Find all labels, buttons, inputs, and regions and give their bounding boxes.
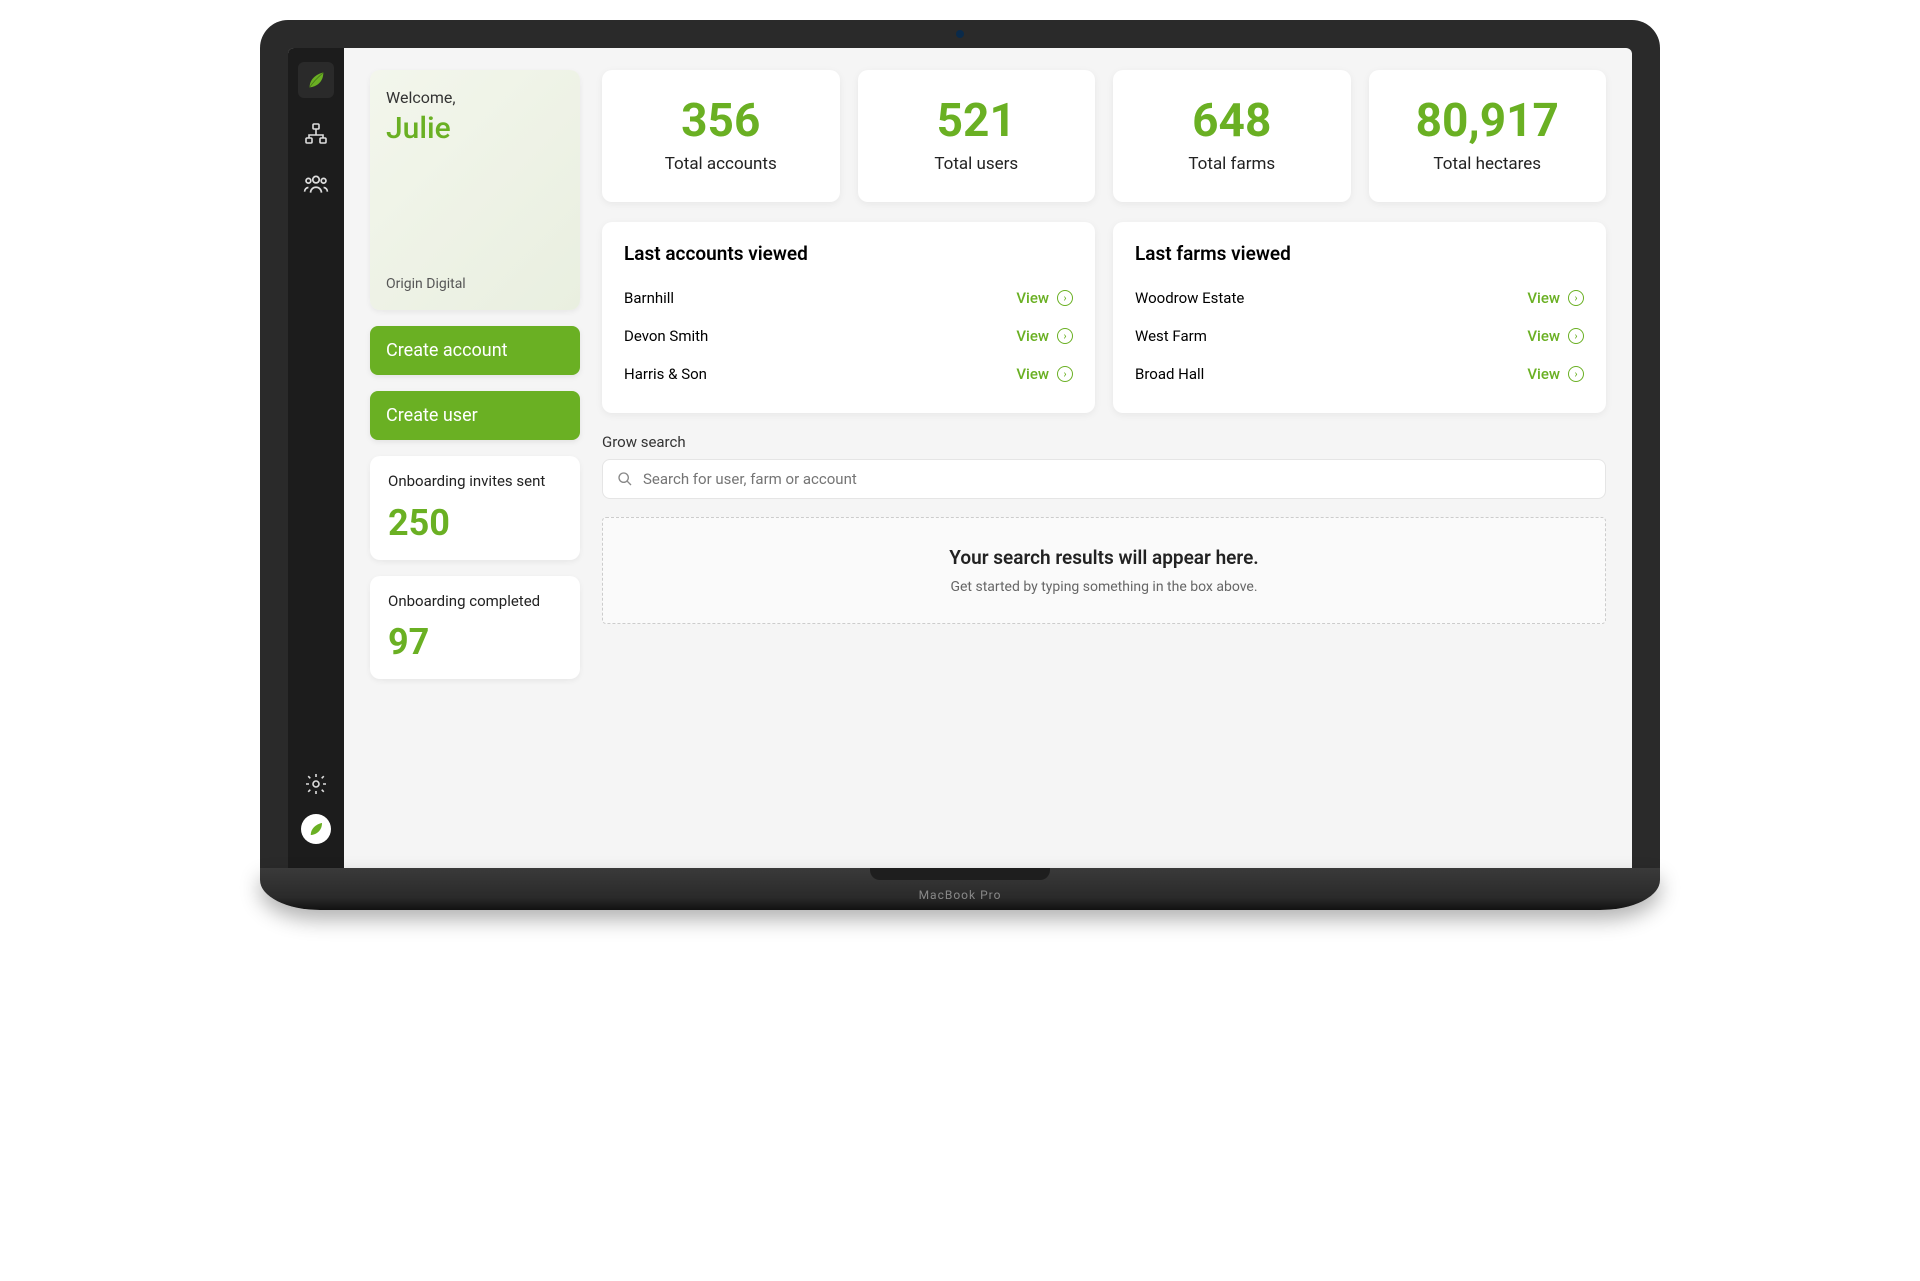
stat-value: 356 <box>612 94 830 148</box>
list-item: Broad Hall View › <box>1135 355 1584 393</box>
results-subtitle: Get started by typing something in the b… <box>631 579 1577 595</box>
total-farms-card: 648 Total farms <box>1113 70 1351 202</box>
create-account-button[interactable]: Create account <box>370 326 580 375</box>
arrow-right-icon: › <box>1568 328 1584 344</box>
stat-row: 356 Total accounts 521 Total users 648 T… <box>602 70 1606 202</box>
welcome-greeting: Welcome, <box>386 88 564 107</box>
onboarding-completed-card: Onboarding completed 97 <box>370 576 580 680</box>
view-link[interactable]: View › <box>1016 327 1073 345</box>
search-input[interactable] <box>643 470 1591 488</box>
stat-value: 97 <box>388 621 562 663</box>
stat-label: Total accounts <box>612 154 830 174</box>
list-item-label: Barnhill <box>624 289 674 307</box>
view-link[interactable]: View › <box>1527 327 1584 345</box>
view-link[interactable]: View › <box>1527 365 1584 383</box>
search-label: Grow search <box>602 433 1606 451</box>
org-chart-icon <box>304 122 328 146</box>
stat-value: 80,917 <box>1379 94 1597 148</box>
recent-lists: Last accounts viewed Barnhill View › Dev… <box>602 222 1606 413</box>
list-item-label: Broad Hall <box>1135 365 1204 383</box>
device-label: MacBook Pro <box>919 888 1002 902</box>
view-link[interactable]: View › <box>1016 289 1073 307</box>
card-title: Last farms viewed <box>1135 242 1584 265</box>
stat-value: 250 <box>388 502 562 544</box>
list-item: West Farm View › <box>1135 317 1584 355</box>
laptop-frame: Welcome, Julie Origin Digital Create acc… <box>260 20 1660 910</box>
list-item-label: Harris & Son <box>624 365 707 383</box>
search-icon <box>617 471 633 487</box>
stat-value: 521 <box>868 94 1086 148</box>
stat-label: Onboarding completed <box>388 592 562 612</box>
stat-label: Total hectares <box>1379 154 1597 174</box>
list-item-label: Woodrow Estate <box>1135 289 1244 307</box>
welcome-name: Julie <box>386 111 564 146</box>
total-users-card: 521 Total users <box>858 70 1096 202</box>
users-icon <box>303 171 329 197</box>
welcome-card: Welcome, Julie Origin Digital <box>370 70 580 310</box>
sidebar-item-settings[interactable] <box>302 770 330 798</box>
search-section: Grow search Your search results will app… <box>602 433 1606 624</box>
last-farms-card: Last farms viewed Woodrow Estate View › … <box>1113 222 1606 413</box>
stat-label: Onboarding invites sent <box>388 472 562 492</box>
view-link[interactable]: View › <box>1527 289 1584 307</box>
list-item-label: Devon Smith <box>624 327 708 345</box>
gear-icon <box>304 772 328 796</box>
org-name: Origin Digital <box>386 276 564 292</box>
arrow-right-icon: › <box>1568 366 1584 382</box>
list-item: Woodrow Estate View › <box>1135 279 1584 317</box>
camera-dot <box>956 30 964 38</box>
right-column: 356 Total accounts 521 Total users 648 T… <box>602 70 1606 846</box>
arrow-right-icon: › <box>1568 290 1584 306</box>
view-label: View <box>1016 327 1049 345</box>
list-item: Devon Smith View › <box>624 317 1073 355</box>
app-logo[interactable] <box>298 62 334 98</box>
leaf-icon <box>307 820 325 838</box>
arrow-right-icon: › <box>1057 328 1073 344</box>
results-title: Your search results will appear here. <box>631 546 1577 569</box>
laptop-base: MacBook Pro <box>260 868 1660 910</box>
leaf-icon <box>305 69 327 91</box>
arrow-right-icon: › <box>1057 290 1073 306</box>
sidebar-badge[interactable] <box>301 814 331 844</box>
view-label: View <box>1527 327 1560 345</box>
stat-label: Total users <box>868 154 1086 174</box>
view-label: View <box>1016 289 1049 307</box>
arrow-right-icon: › <box>1057 366 1073 382</box>
list-item: Harris & Son View › <box>624 355 1073 393</box>
list-item-label: West Farm <box>1135 327 1207 345</box>
total-hectares-card: 80,917 Total hectares <box>1369 70 1607 202</box>
view-label: View <box>1527 365 1560 383</box>
search-results-placeholder: Your search results will appear here. Ge… <box>602 517 1606 624</box>
sidebar-item-org[interactable] <box>302 120 330 148</box>
view-label: View <box>1527 289 1560 307</box>
total-accounts-card: 356 Total accounts <box>602 70 840 202</box>
sidebar <box>288 48 344 868</box>
view-label: View <box>1016 365 1049 383</box>
card-title: Last accounts viewed <box>624 242 1073 265</box>
search-box[interactable] <box>602 459 1606 499</box>
sidebar-item-users[interactable] <box>302 170 330 198</box>
stat-label: Total farms <box>1123 154 1341 174</box>
stat-value: 648 <box>1123 94 1341 148</box>
left-column: Welcome, Julie Origin Digital Create acc… <box>370 70 580 846</box>
list-item: Barnhill View › <box>624 279 1073 317</box>
create-user-button[interactable]: Create user <box>370 391 580 440</box>
view-link[interactable]: View › <box>1016 365 1073 383</box>
onboarding-invites-card: Onboarding invites sent 250 <box>370 456 580 560</box>
main-content: Welcome, Julie Origin Digital Create acc… <box>344 48 1632 868</box>
last-accounts-card: Last accounts viewed Barnhill View › Dev… <box>602 222 1095 413</box>
